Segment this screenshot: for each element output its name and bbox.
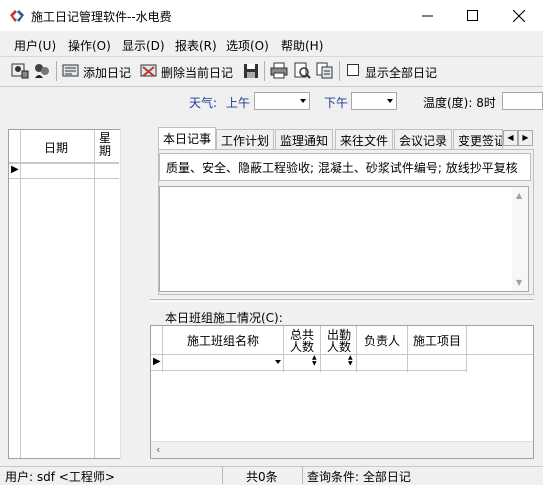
menu-report[interactable]: 报表(R) <box>175 37 217 54</box>
weather-label: 天气: <box>189 96 218 110</box>
menu-help[interactable]: 帮助(H) <box>281 37 323 54</box>
tab-change-visa[interactable]: 变更签证 <box>453 129 503 149</box>
status-divider <box>302 467 303 484</box>
crew-name-dropdown-icon[interactable] <box>275 360 281 364</box>
export-icon[interactable] <box>316 62 334 79</box>
tab-scroll-right-button[interactable]: ▶ <box>518 130 533 146</box>
column-total-people[interactable]: 总共人数 <box>286 326 318 355</box>
chevron-down-icon <box>300 99 306 103</box>
scroll-up-icon: ▲ <box>516 191 523 200</box>
window-title: 施工日记管理软件--水电费 <box>31 10 172 24</box>
grid-divider <box>9 163 119 164</box>
show-all-checkbox[interactable] <box>347 64 359 76</box>
show-all-label[interactable]: 显示全部日记 <box>365 64 437 81</box>
tab-scroll-left-button[interactable]: ◀ <box>503 130 518 146</box>
user-switch-icon[interactable] <box>11 62 29 79</box>
close-icon <box>512 9 525 22</box>
toolbar-separator <box>264 61 265 81</box>
content-scrollbar[interactable]: ▲ ▼ <box>512 187 528 291</box>
column-crew-name[interactable]: 施工班组名称 <box>163 326 283 355</box>
close-button[interactable] <box>496 0 541 31</box>
tab-today-notes[interactable]: 本日记事 <box>158 127 217 149</box>
delete-diary-icon <box>140 64 157 77</box>
crew-grid-hscrollbar[interactable]: ‹ <box>151 441 533 458</box>
temperature-label: 温度(度): 8时 <box>423 96 496 110</box>
status-divider <box>222 467 223 484</box>
maximize-button[interactable] <box>450 0 495 31</box>
toolbar-separator <box>339 61 340 81</box>
column-person-in-charge[interactable]: 负责人 <box>357 326 407 355</box>
menu-user[interactable]: 用户(U) <box>14 37 56 54</box>
grid-divider <box>320 326 321 372</box>
print-preview-icon[interactable] <box>293 62 311 79</box>
tab-correspondence[interactable]: 来往文件 <box>335 129 394 149</box>
column-attendance[interactable]: 出勤人数 <box>323 326 355 355</box>
status-query: 查询条件: 全部日记 <box>307 470 411 484</box>
menu-display[interactable]: 显示(D) <box>122 37 165 54</box>
diary-content-input[interactable]: ▲ ▼ <box>159 186 529 292</box>
minimize-button[interactable] <box>405 0 450 31</box>
crew-section-label: 本日班组施工情况(C): <box>165 311 283 325</box>
minimize-icon <box>422 15 433 17</box>
scroll-down-icon: ▼ <box>516 278 523 287</box>
diary-list-scrollbar[interactable] <box>120 129 136 459</box>
add-diary-icon <box>62 64 79 77</box>
temperature-input[interactable] <box>502 92 543 110</box>
app-logo-icon <box>10 10 24 22</box>
weather-pm-label: 下午 <box>324 96 349 110</box>
tab-meeting-records[interactable]: 会议记录 <box>394 129 453 149</box>
grid-divider <box>94 130 95 458</box>
row-indicator-icon: ▶ <box>153 356 161 367</box>
row-indicator-icon: ▶ <box>11 164 19 175</box>
print-icon[interactable] <box>270 62 288 79</box>
status-user: 用户: sdf <工程师> <box>5 470 115 484</box>
maximize-icon <box>467 10 478 21</box>
save-icon[interactable] <box>242 62 260 79</box>
toolbar-separator-line <box>0 86 543 87</box>
total-people-spinner-icon[interactable]: ▲ ▼ <box>312 355 317 367</box>
weather-pm-select[interactable] <box>351 92 397 110</box>
status-count: 共0条 <box>246 470 278 484</box>
diary-categories: 质量、安全、隐蔽工程验收; 混凝土、砂浆试件编号; 放线抄平复核 <box>159 153 531 181</box>
tab-supervision-notice[interactable]: 监理通知 <box>275 129 334 149</box>
scroll-left-icon[interactable]: ‹ <box>156 443 160 456</box>
menu-options[interactable]: 选项(O) <box>226 37 269 54</box>
grid-divider <box>283 326 284 372</box>
grid-divider <box>20 130 21 458</box>
weather-am-label: 上午 <box>226 96 251 110</box>
add-diary-button[interactable]: 添加日记 <box>83 64 131 81</box>
grid-divider <box>466 326 467 372</box>
tab-work-plan[interactable]: 工作计划 <box>216 129 275 149</box>
user-manage-icon[interactable] <box>33 62 51 79</box>
attendance-spinner-icon[interactable]: ▲ ▼ <box>348 355 353 367</box>
column-date[interactable]: 日期 <box>44 139 68 156</box>
grid-divider <box>9 178 119 179</box>
delete-diary-button[interactable]: 删除当前日记 <box>161 64 233 81</box>
panel-splitter[interactable] <box>150 299 534 302</box>
chevron-down-icon <box>387 99 393 103</box>
column-construction-item[interactable]: 施工项目 <box>408 326 466 355</box>
toolbar-separator <box>56 61 57 81</box>
grid-divider <box>151 370 467 371</box>
weather-am-select[interactable] <box>254 92 310 110</box>
column-week[interactable]: 星期 <box>99 132 113 158</box>
menu-operate[interactable]: 操作(O) <box>68 37 111 54</box>
